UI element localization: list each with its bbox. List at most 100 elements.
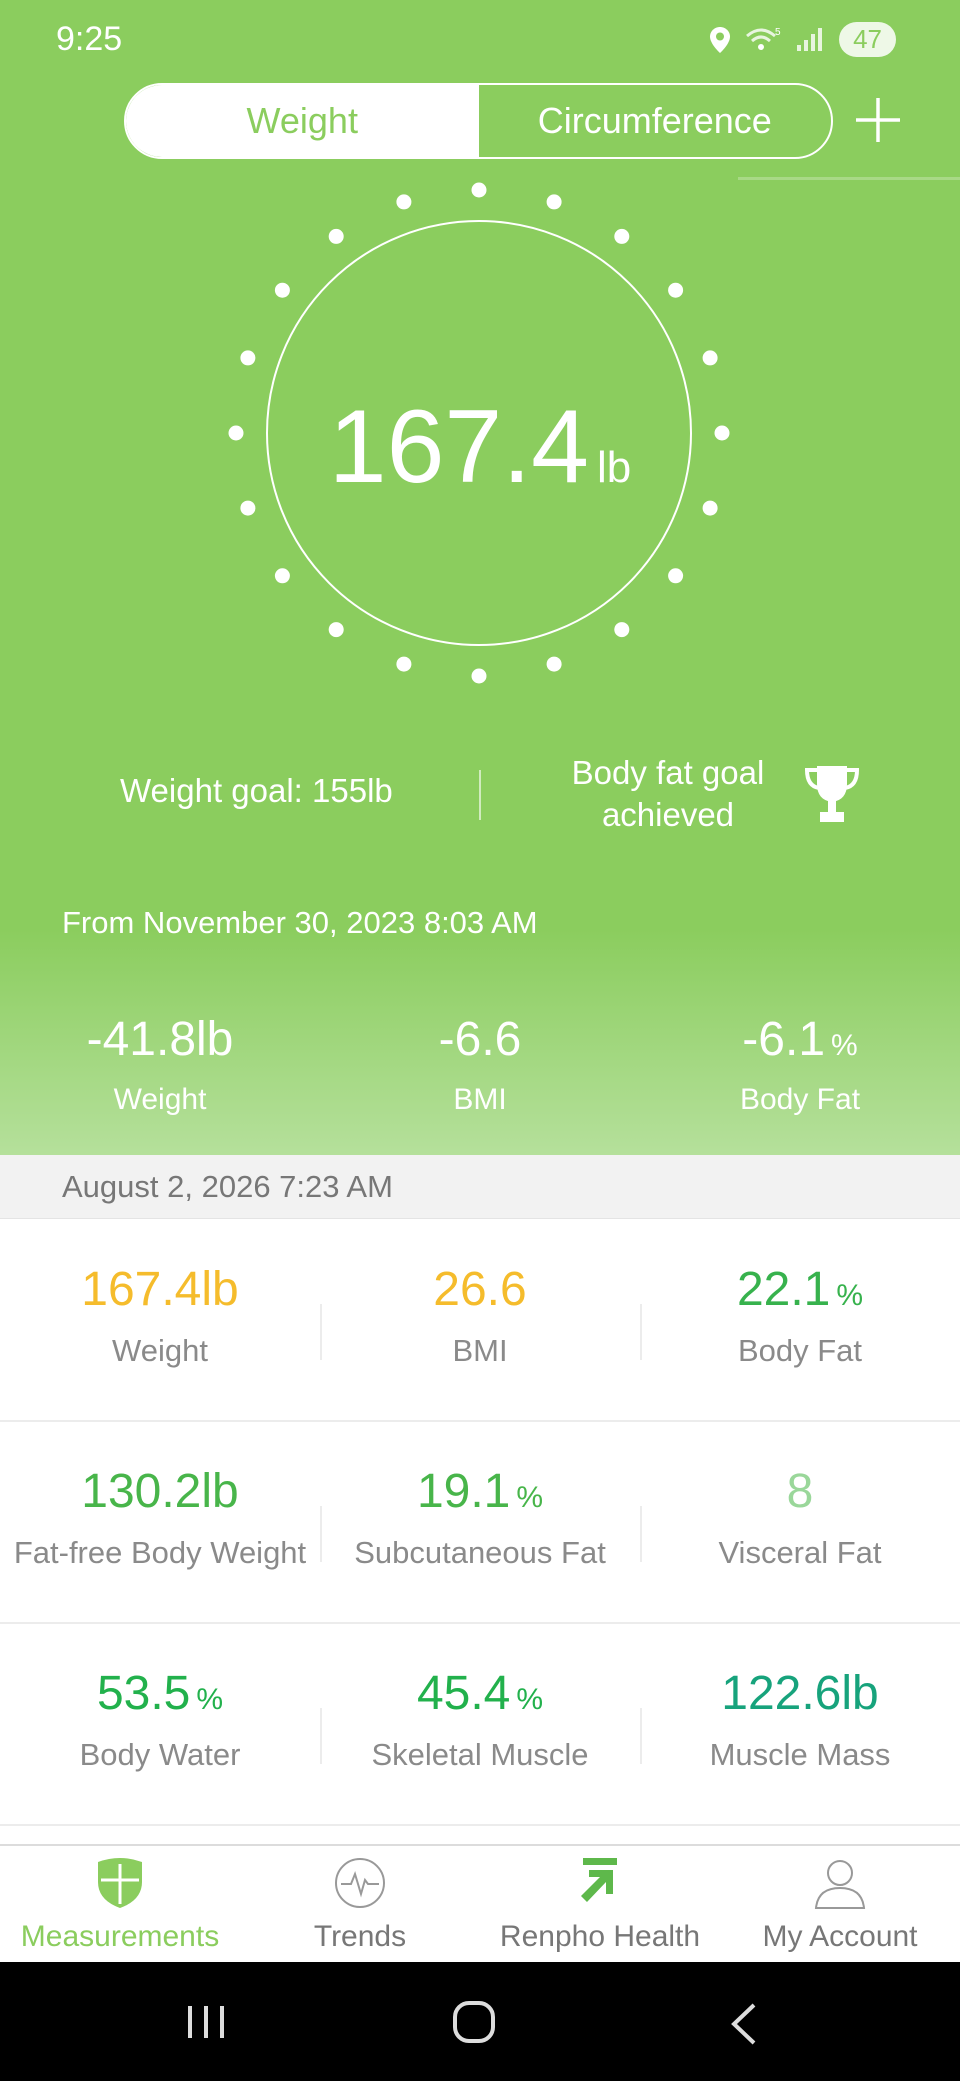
metric-cell[interactable]: 45.4% Skeletal Muscle <box>320 1622 640 1824</box>
renpho-logo-icon <box>581 1858 617 1902</box>
gauge-dot <box>668 282 684 298</box>
change-body-fat-label: Body Fat <box>739 1083 861 1116</box>
metric-unit: % <box>516 1481 544 1514</box>
divider-line <box>738 177 960 180</box>
body-fat-goal-line2: achieved <box>601 796 735 833</box>
svg-text:5: 5 <box>775 27 781 38</box>
body-fat-goal-line1: Body fat goal <box>571 754 765 791</box>
metric-unit: % <box>516 1683 544 1716</box>
change-weight-label: Weight <box>113 1083 207 1116</box>
metric-cell[interactable]: 22.1% Body Fat <box>640 1218 960 1420</box>
change-weight: -41.8lb Weight <box>0 1012 320 1117</box>
metric-cell[interactable]: 122.6lb Muscle Mass <box>640 1622 960 1824</box>
metric-label: Muscle Mass <box>709 1737 891 1772</box>
metric-row: 130.2lb Fat-free Body Weight 19.1% Subcutan… <box>0 1420 960 1624</box>
nav-trends[interactable]: Trends <box>240 1846 480 1964</box>
metric-label: Weight <box>112 1333 208 1368</box>
status-time: 9:25 <box>56 20 123 58</box>
nav-trends-label: Trends <box>313 1920 407 1953</box>
metric-value: 26.6 <box>433 1263 527 1316</box>
trophy-icon <box>804 766 860 822</box>
metric-cell[interactable]: 19.1% Subcutaneous Fat <box>320 1420 640 1622</box>
measurement-date: August 2, 2026 7:23 AM <box>62 1169 393 1204</box>
tab-circumference[interactable]: Circumference <box>479 85 832 157</box>
body-fat-goal: Body fat goal achieved <box>548 752 788 836</box>
shield-icon <box>98 1858 142 1908</box>
metric-value: 19.1 <box>416 1465 511 1518</box>
nav-my-account-label: My Account <box>762 1920 918 1953</box>
nav-renpho-health[interactable]: Renpho Health <box>480 1846 720 1964</box>
system-navigation-bar <box>0 1962 960 2081</box>
gauge-dot <box>240 350 256 366</box>
gauge-dot <box>274 568 290 584</box>
current-weight-unit: lb <box>597 443 632 492</box>
add-icon[interactable] <box>854 96 902 144</box>
metric-divider <box>640 1506 642 1562</box>
wifi-icon: 5 <box>746 27 781 50</box>
metric-divider <box>320 1304 322 1360</box>
metric-label: Skeletal Muscle <box>371 1737 589 1772</box>
pulse-icon <box>335 1858 385 1908</box>
weight-goal: Weight goal: 155lb <box>120 772 393 809</box>
nav-renpho-health-label: Renpho Health <box>499 1920 701 1953</box>
metric-value: 130.2lb <box>81 1465 239 1518</box>
metric-cell[interactable]: 26.6 BMI <box>320 1218 640 1420</box>
user-icon <box>814 1860 866 1909</box>
bottom-navigation: Measurements Trends Renpho Health My Acc… <box>0 1844 960 1964</box>
gauge-dot <box>396 656 412 672</box>
gauge-dot <box>471 668 487 684</box>
metric-unit: % <box>196 1683 224 1716</box>
change-body-fat-value: -6.1 <box>742 1013 826 1066</box>
nav-my-account[interactable]: My Account <box>720 1846 960 1964</box>
goal-divider <box>479 770 481 820</box>
metric-cell[interactable]: 130.2lb Fat-free Body Weight <box>0 1420 320 1622</box>
metric-cell[interactable]: 8 Visceral Fat <box>640 1420 960 1622</box>
tab-switch: Weight Circumference <box>124 83 833 159</box>
change-bmi-value: -6.6 <box>438 1013 522 1066</box>
tab-weight[interactable]: Weight <box>126 85 479 157</box>
status-icons: 5 47 <box>709 22 896 57</box>
metric-cell[interactable]: 53.5% Body Water <box>0 1622 320 1824</box>
gauge-dot <box>328 622 344 638</box>
metric-divider <box>320 1708 322 1764</box>
change-bmi-label: BMI <box>453 1083 507 1116</box>
home-icon[interactable] <box>452 2000 496 2044</box>
gauge-dot <box>702 350 718 366</box>
metric-value: 122.6lb <box>721 1667 879 1720</box>
change-body-fat-unit: % <box>831 1029 858 1062</box>
metric-value: 8 <box>786 1465 814 1518</box>
gauge-dot <box>274 282 290 298</box>
signal-icon <box>797 27 823 51</box>
metric-row: 167.4lb Weight 26.6 BMI 22.1% Body Fat <box>0 1218 960 1422</box>
comparison-start-date: From November 30, 2023 8:03 AM <box>62 905 538 940</box>
metric-cell[interactable]: 167.4lb Weight <box>0 1218 320 1420</box>
battery-indicator: 47 <box>839 22 896 57</box>
gauge-dot <box>328 228 344 244</box>
back-icon[interactable] <box>728 2002 758 2046</box>
gauge-dot <box>668 568 684 584</box>
gauge-dot <box>614 622 630 638</box>
metric-row: 53.5% Body Water 45.4% Skeletal Muscle 122.6… <box>0 1622 960 1826</box>
gauge-dot <box>546 656 562 672</box>
metric-label: Subcutaneous Fat <box>354 1535 606 1570</box>
nav-measurements-label: Measurements <box>20 1920 220 1953</box>
change-body-fat: -6.1% Body Fat <box>640 1012 960 1117</box>
gauge-dot <box>614 228 630 244</box>
gauge-dot <box>546 194 562 210</box>
nav-measurements[interactable]: Measurements <box>0 1846 240 1964</box>
current-weight: 167.4 lb <box>0 388 960 507</box>
recent-apps-icon[interactable] <box>186 2002 226 2042</box>
metric-divider <box>640 1304 642 1360</box>
metric-label: BMI <box>452 1333 508 1368</box>
metric-value: 45.4 <box>416 1667 511 1720</box>
metric-value: 22.1 <box>736 1263 831 1316</box>
gauge-dot <box>471 182 487 198</box>
location-icon <box>710 26 731 53</box>
metric-divider <box>640 1708 642 1764</box>
current-weight-value: 167.4 <box>328 389 589 505</box>
metric-label: Body Fat <box>737 1333 863 1368</box>
metric-label: Body Water <box>79 1737 241 1772</box>
metric-value: 167.4lb <box>81 1263 239 1316</box>
metric-label: Fat-free Body Weight <box>13 1535 307 1570</box>
gauge-dot <box>396 194 412 210</box>
